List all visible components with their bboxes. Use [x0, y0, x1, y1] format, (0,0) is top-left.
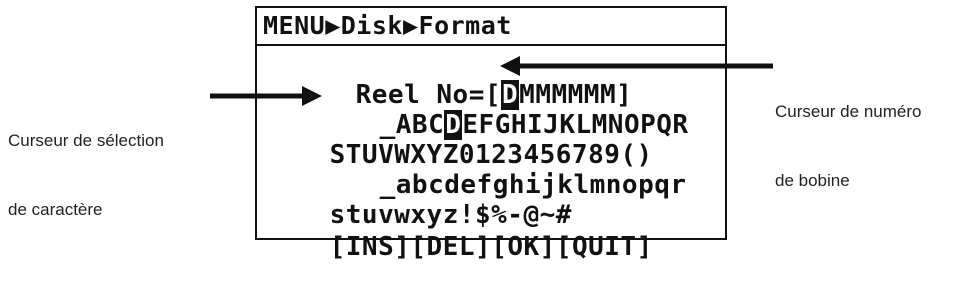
char-cursor-callout-line1: Curseur de sélection [8, 131, 164, 150]
quit-button[interactable]: [QUIT] [556, 232, 653, 262]
lcd-screen: MENU▶Disk▶Format Reel No=[DMMMMMM] _ABCD… [255, 6, 727, 262]
reel-cursor-callout-line2: de bobine [775, 171, 850, 190]
menu-title-bar: MENU▶Disk▶Format [257, 8, 725, 46]
menu-breadcrumb: MENU▶Disk▶Format [263, 11, 512, 40]
del-button[interactable]: [DEL] [410, 232, 491, 262]
ok-button[interactable]: [OK] [491, 232, 556, 262]
char-cursor-callout-line2: de caractère [8, 200, 103, 219]
char-cursor-callout: Curseur de sélection de caractère [8, 83, 164, 244]
reel-cursor-callout-line1: Curseur de numéro [775, 102, 922, 121]
reel-cursor-callout: Curseur de numéro de bobine [775, 54, 921, 215]
command-row: [INS][DEL][OK][QUIT] [265, 202, 653, 292]
ins-button[interactable]: [INS] [330, 232, 411, 262]
